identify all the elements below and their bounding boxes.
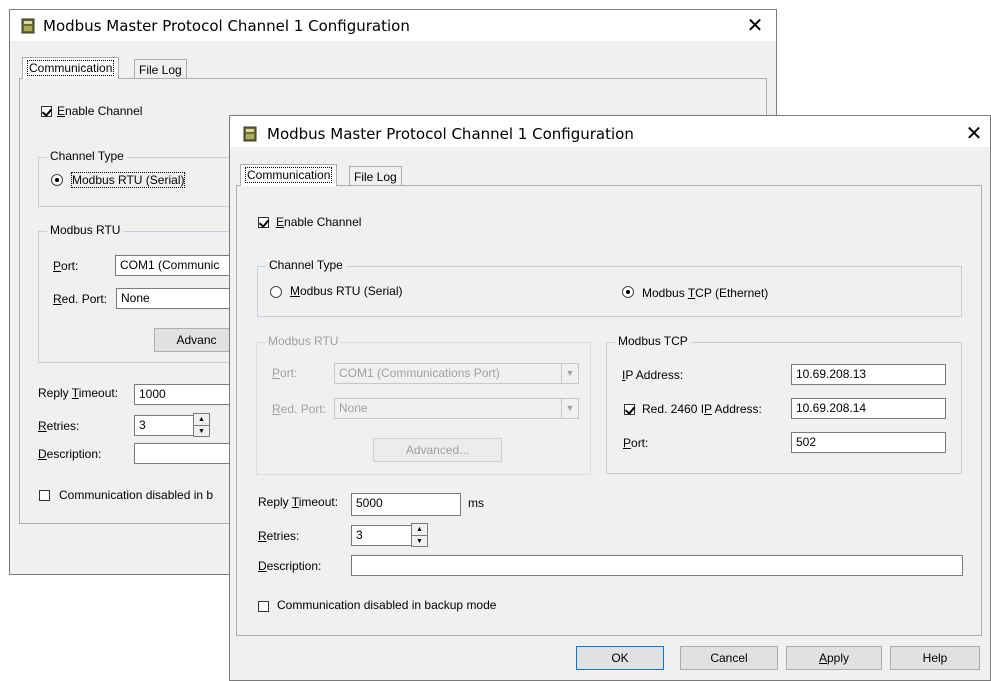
back-description-input[interactable]: [134, 443, 238, 464]
front-modbus-tcp-legend: Modbus TCP: [615, 334, 691, 348]
app-icon: [21, 18, 35, 34]
front-description-label: Description:: [258, 559, 322, 573]
front-tab-communication[interactable]: Communication: [240, 164, 338, 186]
front-comm-disabled-checkbox[interactable]: [258, 601, 269, 612]
spin-down-icon[interactable]: ▼: [412, 536, 427, 547]
chevron-down-icon[interactable]: ▼: [561, 399, 578, 418]
back-red-port-label: Red. Port:: [53, 292, 108, 306]
front-enable-channel-checkbox[interactable]: [258, 217, 269, 228]
front-tcp-radio[interactable]: [622, 286, 634, 298]
back-retries-input[interactable]: 3: [134, 415, 194, 436]
front-reply-timeout-input[interactable]: 5000: [351, 493, 461, 516]
front-reply-timeout-label: Reply Timeout:: [258, 495, 339, 509]
front-close-icon[interactable]: ✕: [963, 122, 985, 144]
front-description-input[interactable]: [351, 555, 963, 576]
back-close-icon[interactable]: ✕: [744, 14, 766, 36]
back-tab-file-log[interactable]: File Log: [134, 59, 187, 79]
back-modbus-rtu-legend: Modbus RTU: [47, 223, 124, 237]
back-enable-channel-checkbox[interactable]: [41, 106, 52, 117]
back-retries-spinner[interactable]: ▲ ▼: [193, 413, 210, 437]
back-reply-timeout-input[interactable]: 1000: [134, 384, 238, 405]
front-titlebar: Modbus Master Protocol Channel 1 Configu…: [230, 116, 990, 147]
front-rtu-label: Modbus RTU (Serial): [290, 284, 403, 298]
front-red-ip-input[interactable]: 10.69.208.14: [791, 398, 946, 419]
chevron-down-icon[interactable]: ▼: [561, 364, 578, 383]
front-port-combo[interactable]: COM1 (Communications Port) ▼: [334, 363, 579, 384]
front-dialog: Modbus Master Protocol Channel 1 Configu…: [229, 115, 991, 681]
front-modbus-rtu-legend: Modbus RTU: [265, 334, 342, 348]
front-ip-address-input[interactable]: 10.69.208.13: [791, 364, 946, 385]
front-red-ip-checkbox[interactable]: [624, 404, 635, 415]
back-description-label: Description:: [38, 447, 102, 461]
front-retries-spinner[interactable]: ▲ ▼: [411, 523, 428, 547]
back-channel-type-legend: Channel Type: [47, 149, 127, 163]
back-rtu-label: Modbus RTU (Serial): [71, 172, 186, 188]
help-button[interactable]: Help: [890, 646, 980, 670]
back-rtu-radio[interactable]: [51, 174, 63, 186]
back-retries-label: Retries:: [38, 419, 80, 433]
front-tab-file-log[interactable]: File Log: [349, 166, 402, 186]
front-channel-type-legend: Channel Type: [266, 258, 346, 272]
app-icon: [243, 126, 257, 142]
front-rtu-radio[interactable]: [270, 286, 282, 298]
ok-button[interactable]: OK: [576, 646, 664, 670]
front-red-port-combo[interactable]: None ▼: [334, 398, 579, 419]
front-red-port-label: Red. Port:: [272, 402, 327, 416]
back-red-port-combo[interactable]: None: [116, 288, 237, 309]
spin-up-icon[interactable]: ▲: [412, 524, 427, 536]
front-advanced-button[interactable]: Advanced...: [373, 438, 502, 462]
back-advanced-button[interactable]: Advanc: [154, 328, 238, 352]
back-port-label: Port:: [53, 259, 79, 273]
front-retries-label: Retries:: [258, 529, 300, 543]
back-comm-disabled-label: Communication disabled in b: [59, 488, 214, 502]
back-tab-communication[interactable]: Communication: [22, 57, 120, 79]
spin-down-icon[interactable]: ▼: [194, 426, 209, 437]
back-titlebar: Modbus Master Protocol Channel 1 Configu…: [10, 10, 776, 41]
back-reply-timeout-label: Reply Timeout:: [38, 386, 119, 400]
front-red-ip-label: Red. 2460 IP Address:: [642, 402, 762, 416]
back-enable-channel-label: Enable Channel: [57, 104, 143, 118]
front-comm-disabled-label: Communication disabled in backup mode: [277, 598, 497, 612]
front-reply-timeout-unit: ms: [468, 496, 484, 510]
spin-up-icon[interactable]: ▲: [194, 414, 209, 426]
front-enable-channel-label: Enable Channel: [276, 215, 362, 229]
back-port-combo[interactable]: COM1 (Communic: [115, 255, 237, 276]
back-comm-disabled-checkbox[interactable]: [39, 490, 50, 501]
front-ip-address-label: IP Address:: [622, 368, 684, 382]
front-tcp-label: Modbus TCP (Ethernet): [642, 286, 769, 300]
cancel-button[interactable]: Cancel: [680, 646, 778, 670]
front-tcp-port-input[interactable]: 502: [791, 432, 946, 453]
back-title: Modbus Master Protocol Channel 1 Configu…: [43, 17, 410, 35]
apply-button[interactable]: Apply: [786, 646, 882, 670]
front-retries-input[interactable]: 3: [351, 525, 412, 546]
front-port-label: Port:: [272, 366, 298, 380]
front-title: Modbus Master Protocol Channel 1 Configu…: [267, 125, 634, 143]
front-tcp-port-label: Port:: [623, 436, 649, 450]
